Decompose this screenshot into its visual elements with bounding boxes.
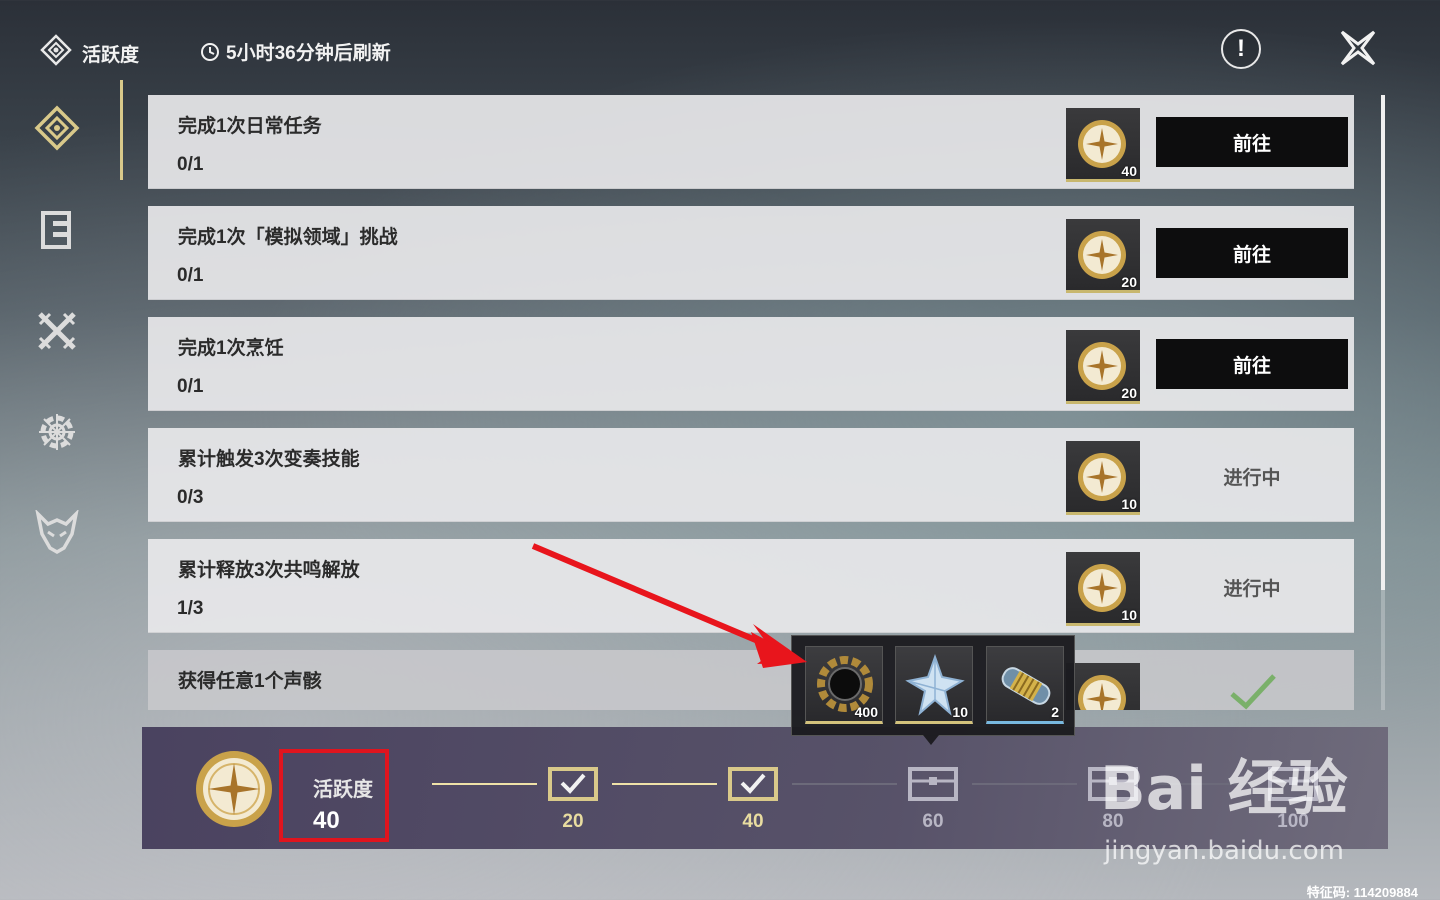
go-button[interactable]: 前往: [1156, 228, 1348, 278]
snowflake-gear-icon: [39, 414, 75, 450]
quest-book-icon: [41, 211, 71, 249]
milestone-chest-claimed[interactable]: [547, 763, 599, 803]
task-name: 完成1次日常任务: [178, 116, 322, 137]
progress-track-empty: [972, 783, 1077, 785]
watermark-url: jingyan.baidu.com: [1104, 836, 1344, 866]
sidebar-item-quests[interactable]: [34, 207, 80, 253]
reward-preview-popup: 400 10 2: [791, 635, 1075, 736]
popup-reward-item[interactable]: 10: [895, 646, 973, 724]
reward-slot[interactable]: 20: [1066, 219, 1140, 293]
info-button[interactable]: !: [1221, 29, 1261, 69]
check-icon: [1230, 674, 1276, 710]
page-title: 活跃度: [82, 45, 140, 66]
progress-track-filled: [612, 783, 717, 785]
task-progress: 1/3: [177, 598, 204, 619]
sidebar-item-gear[interactable]: [34, 409, 80, 455]
go-button[interactable]: 前往: [1156, 339, 1348, 389]
activity-label: 活跃度: [313, 779, 373, 801]
feature-code: 特征码: 114209884: [1306, 885, 1418, 900]
annotation-arrow-icon: [531, 543, 807, 668]
reward-count: 20: [1121, 385, 1137, 401]
reward-count: 20: [1121, 274, 1137, 290]
crossed-swords-icon: [38, 312, 76, 350]
milestone-value: 40: [742, 811, 764, 832]
progress-track-empty: [792, 783, 897, 785]
milestone-value: 60: [922, 811, 944, 832]
reward-slot[interactable]: 20: [1066, 330, 1140, 404]
sidebar-item-activity[interactable]: [34, 105, 80, 151]
task-progress: 0/1: [177, 376, 204, 397]
progress-track-filled: [432, 783, 537, 785]
task-card: 完成1次日常任务 0/1 40 前往: [148, 95, 1354, 189]
milestone-chest-locked[interactable]: [907, 763, 959, 803]
task-name: 累计触发3次变奏技能: [178, 449, 360, 470]
popup-pointer: [923, 735, 939, 745]
in-progress-label: 进行中: [1223, 468, 1281, 489]
reward-count: 10: [1121, 607, 1137, 623]
task-name: 完成1次烹饪: [178, 338, 284, 359]
clock-icon: [201, 42, 219, 61]
scrollbar[interactable]: [1381, 95, 1385, 710]
reward-count: 10: [1121, 496, 1137, 512]
reward-slot[interactable]: [1066, 663, 1140, 710]
activity-diamond-icon: [40, 34, 72, 66]
reward-slot[interactable]: 10: [1066, 441, 1140, 515]
task-card: 完成1次「模拟领域」挑战 0/1 20 前往: [148, 206, 1354, 300]
go-button[interactable]: 前往: [1156, 117, 1348, 167]
baidu-watermark: Bai 经验 jingyan.baidu.com: [1100, 740, 1400, 870]
milestone-chest-claimed[interactable]: [727, 763, 779, 803]
activity-value: 40: [313, 807, 340, 834]
reward-count: 40: [1121, 163, 1137, 179]
watermark-logo: Bai 经验: [1100, 754, 1348, 824]
popup-reward-count: 2: [1051, 704, 1059, 720]
popup-reward-count: 400: [854, 704, 878, 720]
refresh-timer: 5小时36分钟后刷新: [200, 38, 391, 65]
close-icon[interactable]: [1336, 26, 1380, 70]
sidebar-item-beast[interactable]: [34, 510, 80, 556]
popup-reward-count: 10: [952, 704, 968, 720]
beast-mask-icon: [35, 510, 79, 555]
activity-coin-icon: [1078, 675, 1126, 710]
task-progress: 0/3: [177, 487, 204, 508]
task-name: 获得任意1个声骸: [178, 671, 322, 692]
task-progress: 0/1: [177, 265, 204, 286]
scrollbar-thumb[interactable]: [1381, 95, 1385, 590]
reward-slot[interactable]: 10: [1066, 552, 1140, 626]
popup-reward-item[interactable]: 400: [805, 646, 883, 724]
activity-total-highlight: 活跃度 40: [279, 749, 389, 842]
task-name: 完成1次「模拟领域」挑战: [178, 227, 398, 248]
milestone-value: 20: [562, 811, 584, 832]
activity-diamond-icon: [34, 105, 80, 151]
popup-reward-item[interactable]: 2: [986, 646, 1064, 724]
task-card: 累计触发3次变奏技能 0/3 10 进行中: [148, 428, 1354, 522]
sidebar-active-indicator: [120, 80, 123, 180]
activity-coin-icon: [196, 751, 272, 827]
task-name: 累计释放3次共鸣解放: [178, 560, 360, 581]
sidebar-item-battle[interactable]: [34, 308, 80, 354]
task-card: 完成1次烹饪 0/1 20 前往: [148, 317, 1354, 411]
task-progress: 0/1: [177, 154, 204, 175]
in-progress-label: 进行中: [1223, 579, 1281, 600]
refresh-text: 5小时36分钟后刷新: [226, 43, 391, 64]
reward-slot[interactable]: 40: [1066, 108, 1140, 182]
